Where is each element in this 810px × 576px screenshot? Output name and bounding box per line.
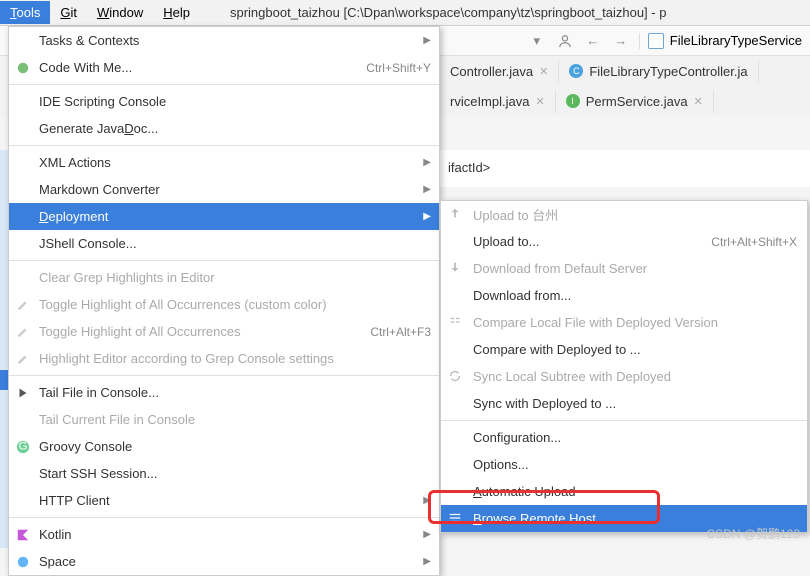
menu-markdown-converter[interactable]: Markdown Converter▶ (9, 176, 439, 203)
menu-separator (9, 375, 439, 376)
submenu-compare-deployed[interactable]: Compare with Deployed to ... (441, 336, 807, 363)
upload-icon (448, 207, 464, 223)
tab-permservice[interactable]: I PermService.java ✕ (556, 90, 714, 113)
tab-label: FileLibraryTypeController.ja (589, 64, 747, 79)
run-config-icon[interactable]: ▾ (527, 31, 547, 51)
submenu-download-default[interactable]: Download from Default Server (441, 255, 807, 282)
menubar-git[interactable]: Git (50, 1, 87, 24)
submenu-download-from[interactable]: Download from... (441, 282, 807, 309)
shortcut-label: Ctrl+Alt+Shift+X (711, 235, 797, 249)
user-icon[interactable] (555, 31, 575, 51)
highlight-icon (15, 324, 31, 340)
code-with-me-icon (15, 60, 31, 76)
menu-generate-javadoc[interactable]: Generate JavaDoc... (9, 115, 439, 142)
menu-ssh[interactable]: Start SSH Session... (9, 460, 439, 487)
svg-text:G: G (19, 440, 28, 452)
editor-text: ifactId> (448, 160, 490, 175)
sync-icon (448, 369, 464, 385)
menu-highlight-grep[interactable]: Highlight Editor according to Grep Conso… (9, 345, 439, 372)
highlight-icon (15, 297, 31, 313)
menu-code-with-me[interactable]: Code With Me...Ctrl+Shift+Y (9, 54, 439, 81)
menu-toggle-highlight[interactable]: Toggle Highlight of All OccurrencesCtrl+… (9, 318, 439, 345)
chevron-right-icon: ▶ (423, 556, 431, 567)
tab-label: rviceImpl.java (450, 94, 529, 109)
submenu-upload-to[interactable]: Upload to...Ctrl+Alt+Shift+X (441, 228, 807, 255)
menu-http-client[interactable]: HTTP Client▶ (9, 487, 439, 514)
submenu-sync-deployed[interactable]: Sync with Deployed to ... (441, 390, 807, 417)
menu-separator (441, 420, 807, 421)
menu-tail-current[interactable]: Tail Current File in Console (9, 406, 439, 433)
download-icon (448, 261, 464, 277)
interface-icon: I (566, 94, 580, 108)
search-file-label: FileLibraryTypeService (670, 33, 802, 48)
kotlin-icon (15, 527, 31, 543)
menu-space[interactable]: Space▶ (9, 548, 439, 575)
menu-separator (9, 517, 439, 518)
submenu-configuration[interactable]: Configuration... (441, 424, 807, 451)
tools-menu: Tasks & Contexts▶ Code With Me...Ctrl+Sh… (8, 26, 440, 576)
menu-separator (9, 84, 439, 85)
space-icon (15, 554, 31, 570)
back-icon[interactable]: ← (583, 31, 603, 51)
menu-clear-grep[interactable]: Clear Grep Highlights in Editor (9, 264, 439, 291)
menu-separator (9, 260, 439, 261)
submenu-automatic-upload[interactable]: Automatic Upload (441, 478, 807, 505)
editor-area[interactable]: ifactId> (440, 150, 810, 187)
file-type-icon (648, 33, 664, 49)
menu-tail-file[interactable]: Tail File in Console... (9, 379, 439, 406)
menu-jshell[interactable]: JShell Console... (9, 230, 439, 257)
tab-controller[interactable]: Controller.java ✕ (440, 60, 559, 83)
tab-rviceimpl[interactable]: rviceImpl.java ✕ (440, 90, 556, 113)
groovy-icon: G (15, 439, 31, 455)
menubar-help[interactable]: Help (153, 1, 200, 24)
forward-icon[interactable]: → (611, 31, 631, 51)
tab-label: PermService.java (586, 94, 688, 109)
deployment-submenu: Upload to 台州 Upload to...Ctrl+Alt+Shift+… (440, 200, 808, 533)
chevron-right-icon: ▶ (423, 35, 431, 46)
menubar-tools[interactable]: Tools (0, 1, 50, 24)
submenu-sync-local[interactable]: Sync Local Subtree with Deployed (441, 363, 807, 390)
close-icon[interactable]: ✕ (539, 65, 548, 78)
shortcut-label: Ctrl+Shift+Y (366, 61, 431, 75)
tab-label: Controller.java (450, 64, 533, 79)
menu-groovy[interactable]: G Groovy Console (9, 433, 439, 460)
menu-ide-scripting[interactable]: IDE Scripting Console (9, 88, 439, 115)
close-icon[interactable]: ✕ (535, 95, 544, 108)
chevron-right-icon: ▶ (423, 211, 431, 222)
submenu-options[interactable]: Options... (441, 451, 807, 478)
highlight-icon (15, 351, 31, 367)
tab-filelibrarytypecontroller[interactable]: C FileLibraryTypeController.ja (559, 60, 758, 83)
menu-toggle-highlight-custom[interactable]: Toggle Highlight of All Occurrences (cus… (9, 291, 439, 318)
compare-icon (448, 315, 464, 331)
class-icon: C (569, 64, 583, 78)
menu-tasks-contexts[interactable]: Tasks & Contexts▶ (9, 27, 439, 54)
submenu-compare-local[interactable]: Compare Local File with Deployed Version (441, 309, 807, 336)
menubar-window[interactable]: Window (87, 1, 153, 24)
shortcut-label: Ctrl+Alt+F3 (370, 325, 431, 339)
menu-kotlin[interactable]: Kotlin▶ (9, 521, 439, 548)
close-icon[interactable]: ✕ (694, 95, 703, 108)
chevron-right-icon: ▶ (423, 495, 431, 506)
window-title: springboot_taizhou [C:\Dpan\workspace\co… (230, 5, 666, 20)
submenu-upload-to-tz[interactable]: Upload to 台州 (441, 201, 807, 228)
list-icon (448, 511, 464, 527)
menu-separator (9, 145, 439, 146)
toolbar-search[interactable]: FileLibraryTypeService (639, 33, 802, 49)
chevron-right-icon: ▶ (423, 157, 431, 168)
chevron-right-icon: ▶ (423, 529, 431, 540)
menu-deployment[interactable]: Deployment▶ (9, 203, 439, 230)
menu-xml-actions[interactable]: XML Actions▶ (9, 149, 439, 176)
watermark: CSDN @贺鹏123 (706, 525, 800, 542)
play-icon (15, 385, 31, 401)
chevron-right-icon: ▶ (423, 184, 431, 195)
